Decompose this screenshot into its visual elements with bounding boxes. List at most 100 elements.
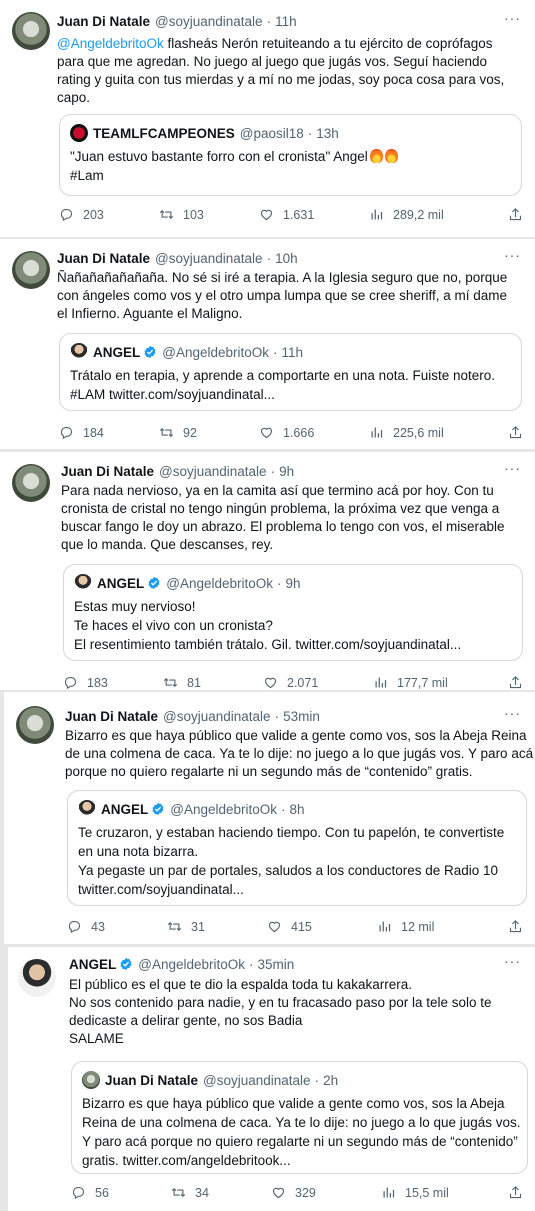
reply-icon: [71, 1185, 95, 1200]
quoted-text-line: Trátalo en terapia, y aprende a comporta…: [70, 366, 495, 385]
more-icon[interactable]: ···: [504, 705, 521, 721]
views-button[interactable]: 289,2 mil: [369, 207, 444, 222]
author-handle[interactable]: @soyjuandinatale: [159, 464, 267, 479]
author-handle[interactable]: @soyjuandinatale: [155, 14, 263, 29]
reply-icon: [59, 207, 83, 222]
verified-badge-icon: [144, 576, 161, 591]
author-name[interactable]: Juan Di Natale: [61, 464, 154, 479]
timestamp[interactable]: 53min: [283, 709, 320, 724]
author-name[interactable]: Juan Di Natale: [57, 14, 150, 29]
text-segment: "Juan estuvo bastante forro con el croni…: [70, 149, 368, 164]
replies-count: 56: [95, 1185, 109, 1200]
author-handle[interactable]: @AngeldebritoOk: [138, 957, 245, 972]
text-segment: #Lam: [70, 168, 104, 183]
retweet-button[interactable]: 34: [171, 1185, 209, 1200]
avatar[interactable]: [12, 251, 50, 289]
author-handle[interactable]: @soyjuandinatale: [155, 251, 263, 266]
text-segment: flasheás Nerón retuiteando a tu ejército…: [163, 36, 493, 51]
tweet-card[interactable]: Juan Di Natale @soyjuandinatale · 9h ··· Para…: [0, 452, 535, 690]
avatar[interactable]: [18, 959, 56, 997]
retweet-button[interactable]: 103: [159, 207, 204, 222]
reply-button[interactable]: 184: [59, 425, 104, 440]
heart-icon: [259, 425, 283, 440]
author-handle[interactable]: @soyjuandinatale: [163, 709, 271, 724]
author-name[interactable]: Juan Di Natale: [65, 709, 158, 724]
text-segment: gratis. twitter.com/angeldebritook...: [82, 1153, 291, 1168]
quoted-tweet-header: ANGEL @AngeldebritoOk · 11h: [70, 343, 303, 361]
quoted-tweet[interactable]: ANGEL @AngeldebritoOk · 11h Trátalo en terap…: [59, 333, 522, 411]
quoted-author-name: ANGEL: [101, 801, 149, 817]
more-icon[interactable]: ···: [504, 247, 521, 263]
more-icon[interactable]: ···: [504, 10, 521, 26]
timestamp[interactable]: 9h: [279, 464, 294, 479]
timestamp[interactable]: 10h: [275, 251, 298, 266]
quoted-author-handle: @AngeldebritoOk: [166, 575, 274, 591]
heart-icon: [259, 207, 283, 222]
views-button[interactable]: 225,6 mil: [369, 425, 444, 440]
mention-link[interactable]: @AngeldebritoOk: [57, 36, 164, 51]
like-button[interactable]: 1.631: [259, 207, 314, 222]
tweet-card[interactable]: Juan Di Natale @soyjuandinatale · 10h ··· Ñañ…: [0, 239, 535, 449]
more-icon[interactable]: ···: [504, 460, 521, 476]
quoted-author-handle: @AngeldebritoOk: [170, 801, 278, 817]
quoted-tweet[interactable]: Juan Di Natale @soyjuandinatale · 2h Bizarro…: [71, 1061, 528, 1174]
share-button[interactable]: [508, 1185, 523, 1200]
views-button[interactable]: 177,7 mil: [373, 675, 448, 690]
separator-dot: ·: [270, 463, 276, 479]
text-segment: Y paro acá porque no quiero regalarte ni…: [82, 1134, 518, 1149]
tweet-card[interactable]: ANGEL @AngeldebritoOk · 35min ··· El público …: [8, 947, 535, 1211]
quoted-author-handle: @soyjuandinatale: [203, 1072, 311, 1088]
tweet-text-line: porque no quiero regalarte ni un segundo…: [65, 764, 473, 779]
text-segment: Estas muy nervioso!: [74, 599, 196, 614]
reply-button[interactable]: 203: [59, 207, 104, 222]
quoted-tweet-text: "Juan estuvo bastante forro con el croni…: [70, 147, 398, 185]
timestamp[interactable]: 11h: [275, 14, 297, 29]
quoted-tweet[interactable]: TEAMLFCAMPEONES @paosil18 · 13h "Juan estuvo…: [59, 114, 522, 196]
quoted-tweet[interactable]: ANGEL @AngeldebritoOk · 8h Te cruzaron, y es…: [67, 790, 527, 906]
like-button[interactable]: 329: [271, 1185, 316, 1200]
quoted-timestamp: 13h: [316, 125, 339, 141]
avatar[interactable]: [12, 12, 50, 50]
avatar[interactable]: [12, 464, 50, 502]
views-count: 177,7 mil: [397, 675, 448, 690]
like-button[interactable]: 1.666: [259, 425, 314, 440]
like-button[interactable]: 415: [267, 919, 312, 934]
reply-button[interactable]: 56: [71, 1185, 109, 1200]
tweet-actions: 43 31 415 12 mil: [67, 919, 523, 937]
share-button[interactable]: [508, 919, 523, 934]
verified-badge-icon: [148, 802, 165, 817]
views-button[interactable]: 15,5 mil: [381, 1185, 449, 1200]
quoted-tweet-text: Trátalo en terapia, y aprende a comporta…: [70, 366, 495, 404]
quoted-tweet-text: Te cruzaron, y estaban haciendo tiempo. …: [78, 823, 504, 899]
quoted-avatar: [70, 343, 88, 361]
share-button[interactable]: [508, 207, 523, 222]
separator-dot: ·: [273, 344, 278, 360]
more-icon[interactable]: ···: [504, 953, 521, 969]
replies-count: 43: [91, 919, 105, 934]
author-name[interactable]: Juan Di Natale: [57, 251, 150, 266]
reply-button[interactable]: 43: [67, 919, 105, 934]
quoted-timestamp: 2h: [323, 1072, 339, 1088]
share-button[interactable]: [508, 675, 523, 690]
text-segment: Trátalo en terapia, y aprende a comporta…: [70, 368, 496, 383]
quoted-tweet[interactable]: ANGEL @AngeldebritoOk · 9h Estas muy nervios…: [63, 564, 523, 661]
reply-button[interactable]: 183: [63, 675, 108, 690]
author-name[interactable]: ANGEL: [69, 957, 116, 972]
retweets-count: 34: [195, 1185, 209, 1200]
separator-dot: ·: [266, 250, 272, 266]
timestamp[interactable]: 35min: [258, 957, 295, 972]
like-button[interactable]: 2.071: [263, 675, 318, 690]
tweet-actions: 184 92 1.666 225,6 mil: [59, 425, 523, 443]
likes-count: 2.071: [287, 675, 319, 690]
tweet-text-line: capo.: [57, 90, 91, 105]
views-button[interactable]: 12 mil: [377, 919, 434, 934]
views-count: 12 mil: [401, 919, 435, 934]
retweet-button[interactable]: 92: [159, 425, 197, 440]
tweet-card[interactable]: Juan Di Natale @soyjuandinatale · 53min ··· B…: [4, 692, 535, 944]
retweet-button[interactable]: 81: [163, 675, 201, 690]
retweet-button[interactable]: 31: [167, 919, 205, 934]
avatar[interactable]: [16, 706, 54, 744]
tweet-card[interactable]: Juan Di Natale @soyjuandinatale · 11h ··· @An…: [0, 0, 535, 237]
quoted-text-line: Estas muy nervioso!: [74, 597, 461, 616]
share-button[interactable]: [508, 425, 523, 440]
